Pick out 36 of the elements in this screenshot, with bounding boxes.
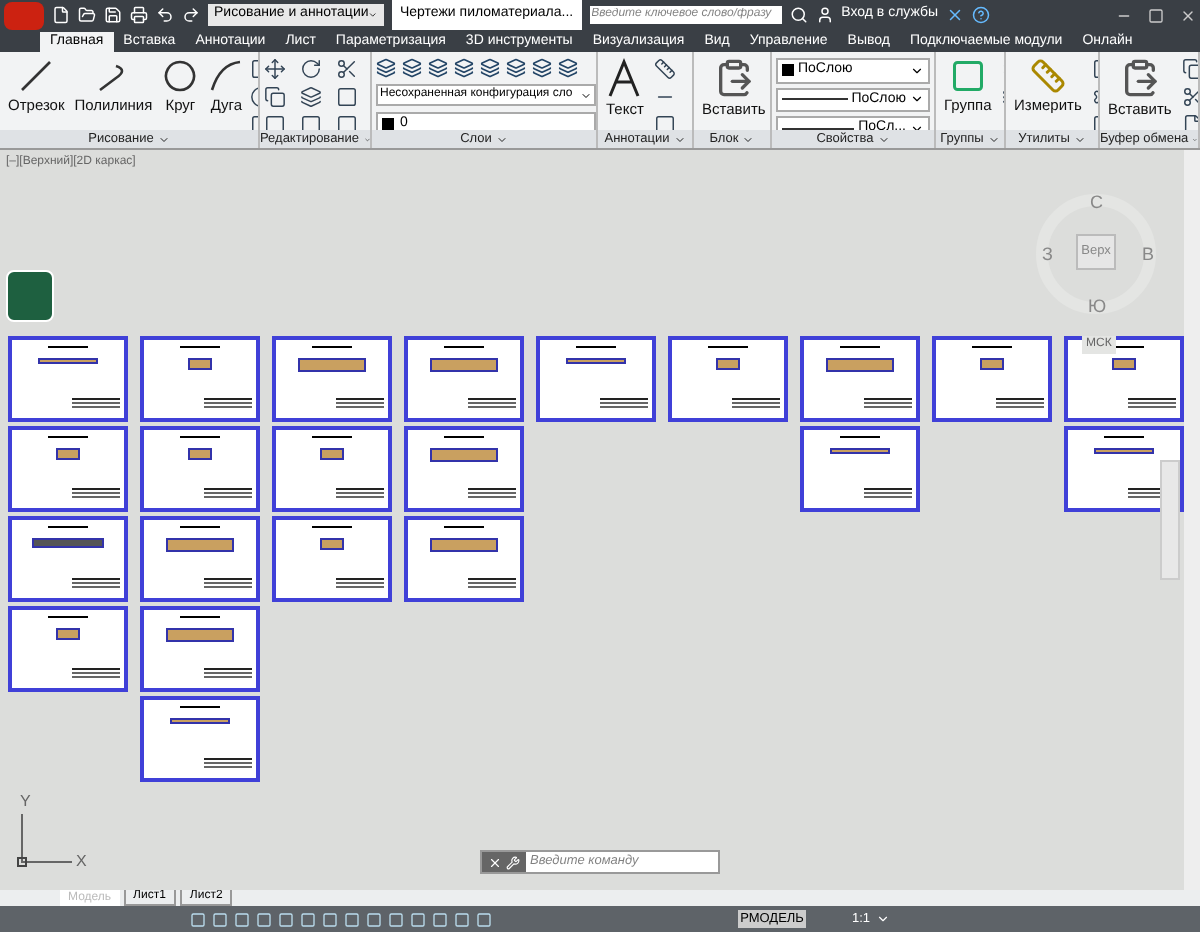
copy-icon[interactable] bbox=[264, 86, 286, 108]
dimension-icon[interactable] bbox=[653, 58, 676, 80]
rotate-icon[interactable] bbox=[300, 58, 322, 80]
maximize-icon[interactable] bbox=[1148, 7, 1164, 23]
redo-icon[interactable] bbox=[182, 6, 200, 24]
compass-label: С bbox=[1090, 190, 1103, 216]
layer-tool-icon[interactable] bbox=[402, 58, 422, 78]
layer-tool-icon[interactable] bbox=[454, 58, 474, 78]
help-icon[interactable] bbox=[972, 6, 991, 24]
compass-label: В bbox=[1142, 242, 1155, 268]
undo-icon[interactable] bbox=[156, 6, 174, 24]
trim-icon[interactable] bbox=[336, 58, 358, 80]
layer-tool-icon[interactable] bbox=[558, 58, 578, 78]
layer-tool-icon[interactable] bbox=[506, 58, 526, 78]
move-icon[interactable] bbox=[264, 58, 286, 80]
user-icon bbox=[815, 6, 834, 24]
ruler-icon bbox=[1027, 58, 1068, 94]
save-icon[interactable] bbox=[104, 6, 122, 24]
close-icon[interactable] bbox=[1180, 7, 1196, 23]
open-icon[interactable] bbox=[78, 6, 96, 24]
insert-icon bbox=[1119, 58, 1160, 98]
letter-a-icon bbox=[606, 58, 643, 98]
wrench-icon[interactable] bbox=[506, 855, 520, 869]
search-icon[interactable] bbox=[789, 6, 808, 24]
layer-tool-icon[interactable] bbox=[480, 58, 500, 78]
ucs-axes-icon bbox=[16, 810, 76, 870]
layer-tool-icon[interactable] bbox=[376, 58, 396, 78]
layer-tool-icon[interactable] bbox=[428, 58, 448, 78]
axis-label: X bbox=[76, 850, 87, 874]
new-icon[interactable] bbox=[52, 6, 70, 24]
print-icon[interactable] bbox=[130, 6, 148, 24]
axis-label: Y bbox=[20, 790, 31, 814]
insert-icon bbox=[713, 58, 754, 98]
compass-label: Ю bbox=[1088, 294, 1107, 320]
layer-tool-icon[interactable] bbox=[532, 58, 552, 78]
compass-label: З bbox=[1042, 242, 1053, 268]
